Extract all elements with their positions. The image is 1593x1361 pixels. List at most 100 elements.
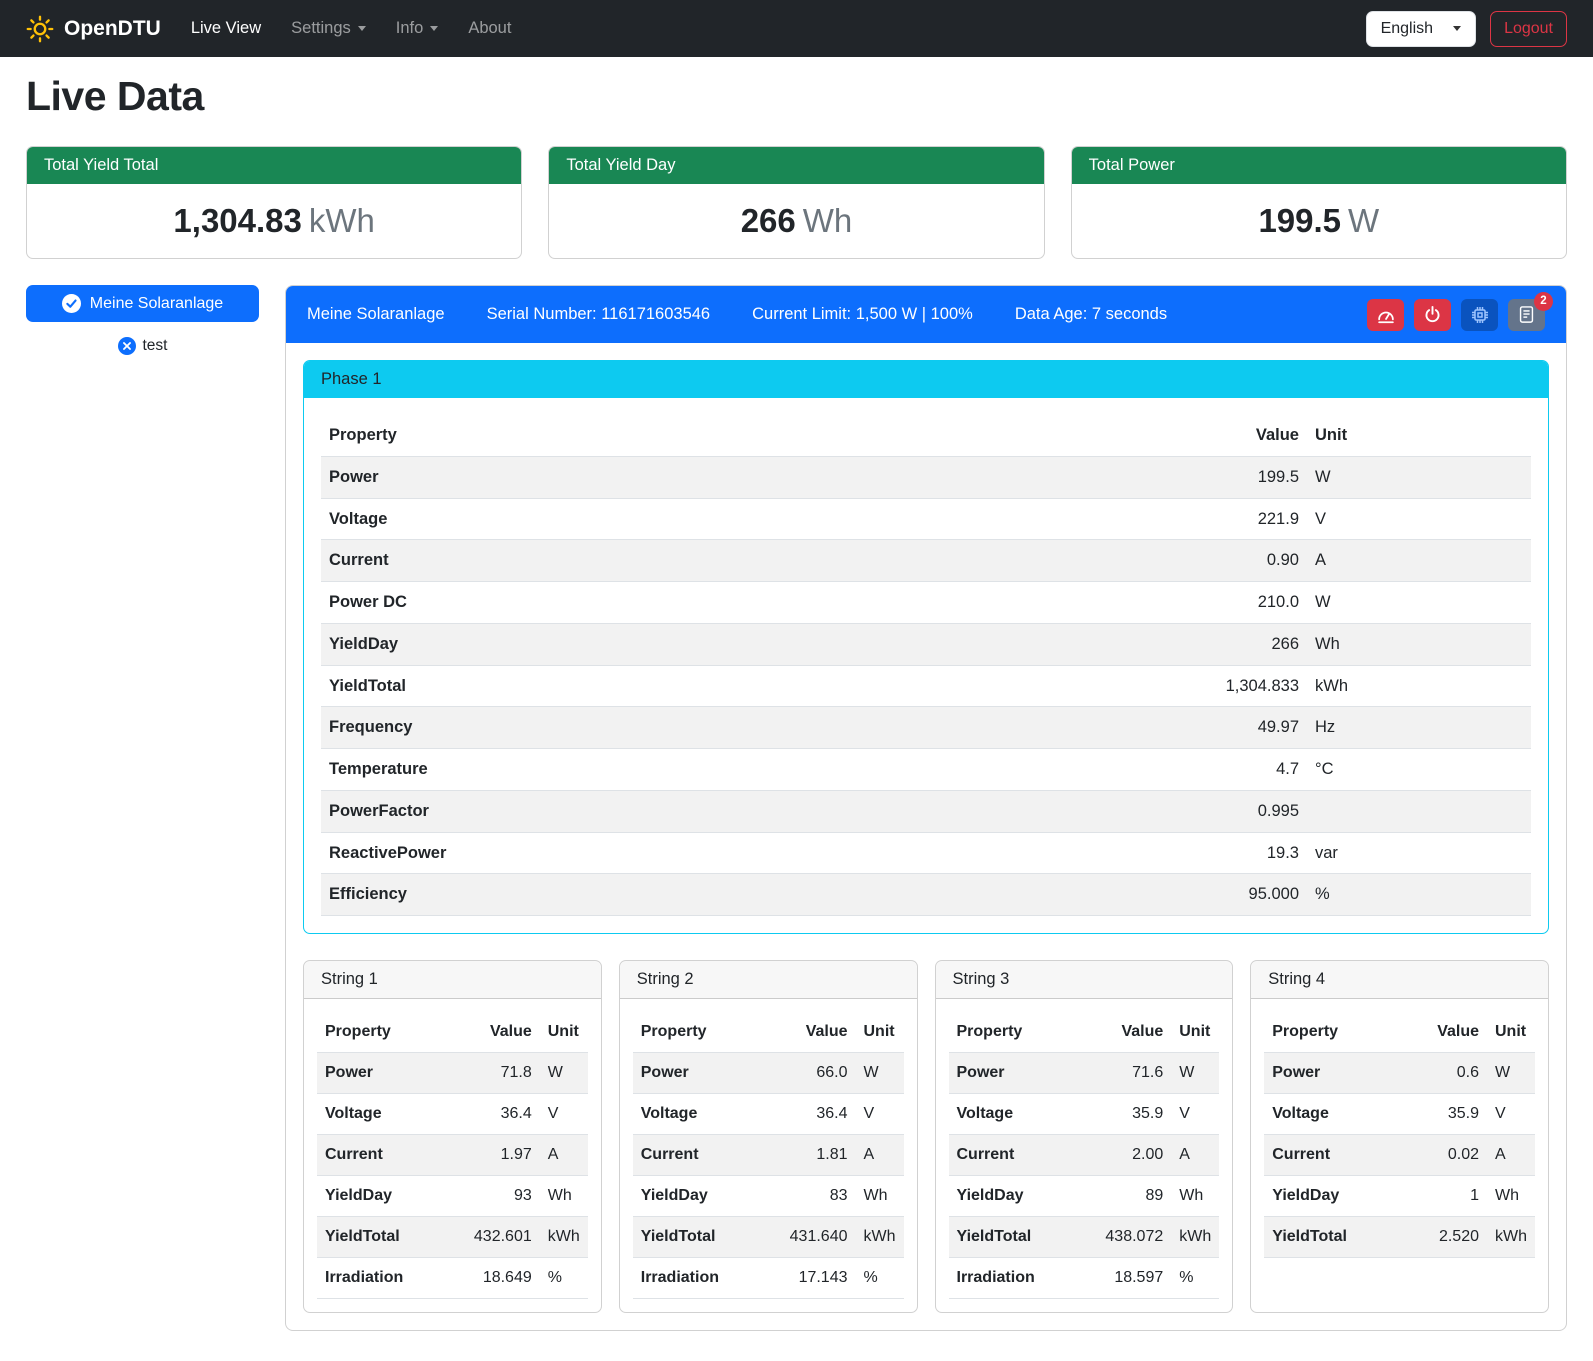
unit-cell: % (540, 1258, 588, 1299)
unit-cell: W (1307, 582, 1531, 624)
property-cell: YieldTotal (949, 1217, 1094, 1258)
table-row: Current2.00A (949, 1135, 1220, 1176)
property-cell: Power DC (321, 582, 911, 624)
table-row: YieldTotal431.640kWh (633, 1217, 904, 1258)
value-cell: 49.97 (911, 707, 1307, 749)
nav-item-info[interactable]: Info (396, 19, 439, 38)
event-log-button[interactable]: 2 (1508, 299, 1545, 331)
value-cell: 432.601 (462, 1217, 540, 1258)
limit-settings-button[interactable] (1367, 299, 1404, 331)
card-value: 1,304.83kWh (27, 184, 521, 258)
phase-panel-title: Phase 1 (304, 361, 1548, 398)
power-icon (1423, 305, 1442, 324)
unit-cell: A (1487, 1135, 1535, 1176)
column-header-property: Property (1264, 1012, 1409, 1053)
inverter-actions: 2 (1367, 299, 1545, 331)
power-control-button[interactable] (1414, 299, 1451, 331)
column-header-value: Value (911, 415, 1307, 456)
inverter-card-body: Phase 1 Property Value Unit (286, 343, 1566, 1330)
string-table: Property Value Unit Power71.6W Voltage35… (949, 1012, 1220, 1299)
unit-cell: kWh (856, 1217, 904, 1258)
unit-cell: A (1307, 540, 1531, 582)
table-row: YieldDay266Wh (321, 623, 1531, 665)
unit-cell: Wh (856, 1176, 904, 1217)
unit-cell: kWh (1487, 1217, 1535, 1258)
table-row: Voltage36.4V (633, 1094, 904, 1135)
value-cell: 431.640 (778, 1217, 856, 1258)
table-row: Current1.81A (633, 1135, 904, 1176)
unit-cell: Wh (1487, 1176, 1535, 1217)
nav-item-about[interactable]: About (468, 19, 511, 38)
value-cell: 0.995 (911, 790, 1307, 832)
string-1-card: String 1 Property Value Unit (303, 960, 602, 1313)
unit-cell: W (540, 1053, 588, 1094)
nav-item-settings-label: Settings (291, 19, 351, 38)
value-cell: 36.4 (462, 1094, 540, 1135)
device-info-button[interactable] (1461, 299, 1498, 331)
table-row: Current0.02A (1264, 1135, 1535, 1176)
unit-cell: W (1171, 1053, 1219, 1094)
string-3-card: String 3 Property Value Unit (935, 960, 1234, 1313)
value-cell: 199.5 (911, 456, 1307, 498)
unit-cell: % (856, 1258, 904, 1299)
value-cell: 19.3 (911, 832, 1307, 874)
unit-cell: V (856, 1094, 904, 1135)
table-row: Voltage221.9V (321, 498, 1531, 540)
table-header-row: Property Value Unit (321, 415, 1531, 456)
value-cell: 89 (1093, 1176, 1171, 1217)
value-cell: 17.143 (778, 1258, 856, 1299)
string-card-body: Property Value Unit Power66.0W Voltage36… (620, 999, 917, 1312)
unit-cell: A (540, 1135, 588, 1176)
property-cell: YieldDay (949, 1176, 1094, 1217)
table-row: Efficiency95.000% (321, 874, 1531, 916)
table-header-row: Property Value Unit (1264, 1012, 1535, 1053)
property-cell: YieldDay (1264, 1176, 1409, 1217)
property-cell: Power (317, 1053, 462, 1094)
unit-text: kWh (309, 202, 375, 239)
property-cell: YieldTotal (321, 665, 911, 707)
brand[interactable]: OpenDTU (26, 15, 161, 43)
value-cell: 2.00 (1093, 1135, 1171, 1176)
total-yield-total-card: Total Yield Total 1,304.83kWh (26, 146, 522, 259)
total-yield-day-card: Total Yield Day 266Wh (548, 146, 1044, 259)
column-header-unit: Unit (1171, 1012, 1219, 1053)
sun-logo-icon (26, 15, 54, 43)
property-cell: Frequency (321, 707, 911, 749)
table-row: Irradiation18.597% (949, 1258, 1220, 1299)
table-row: PowerFactor0.995 (321, 790, 1531, 832)
property-cell: Temperature (321, 749, 911, 791)
value-cell: 35.9 (1409, 1094, 1487, 1135)
property-cell: Current (317, 1135, 462, 1176)
column-header-property: Property (321, 415, 911, 456)
cpu-icon (1470, 305, 1490, 325)
inverter-limit: Current Limit: 1,500 W | 100% (752, 305, 973, 324)
value-cell: 4.7 (911, 749, 1307, 791)
column-header-value: Value (778, 1012, 856, 1053)
value-cell: 66.0 (778, 1053, 856, 1094)
sidebar-item-meine-solaranlage[interactable]: Meine Solaranlage (26, 285, 259, 322)
value-cell: 2.520 (1409, 1217, 1487, 1258)
inverter-serial: Serial Number: 116171603546 (487, 305, 711, 324)
property-cell: Power (949, 1053, 1094, 1094)
nav-item-live-view[interactable]: Live View (191, 19, 261, 38)
chevron-down-icon (1453, 26, 1461, 31)
card-header: Total Yield Day (549, 147, 1043, 184)
property-cell: Power (633, 1053, 778, 1094)
value-cell: 1.81 (778, 1135, 856, 1176)
unit-cell: V (540, 1094, 588, 1135)
table-row: YieldTotal432.601kWh (317, 1217, 588, 1258)
table-row: Power199.5W (321, 456, 1531, 498)
unit-cell: Wh (540, 1176, 588, 1217)
sidebar-item-test[interactable]: test (26, 337, 259, 355)
logout-button[interactable]: Logout (1490, 11, 1567, 47)
table-row: Current1.97A (317, 1135, 588, 1176)
table-row: Power DC210.0W (321, 582, 1531, 624)
nav-item-settings[interactable]: Settings (291, 19, 366, 38)
property-cell: Voltage (1264, 1094, 1409, 1135)
table-row: YieldDay1Wh (1264, 1176, 1535, 1217)
value-cell: 18.649 (462, 1258, 540, 1299)
language-select[interactable]: English (1366, 11, 1476, 47)
inverter-name: Meine Solaranlage (307, 305, 445, 324)
chevron-down-icon (430, 26, 438, 31)
property-cell: YieldDay (633, 1176, 778, 1217)
